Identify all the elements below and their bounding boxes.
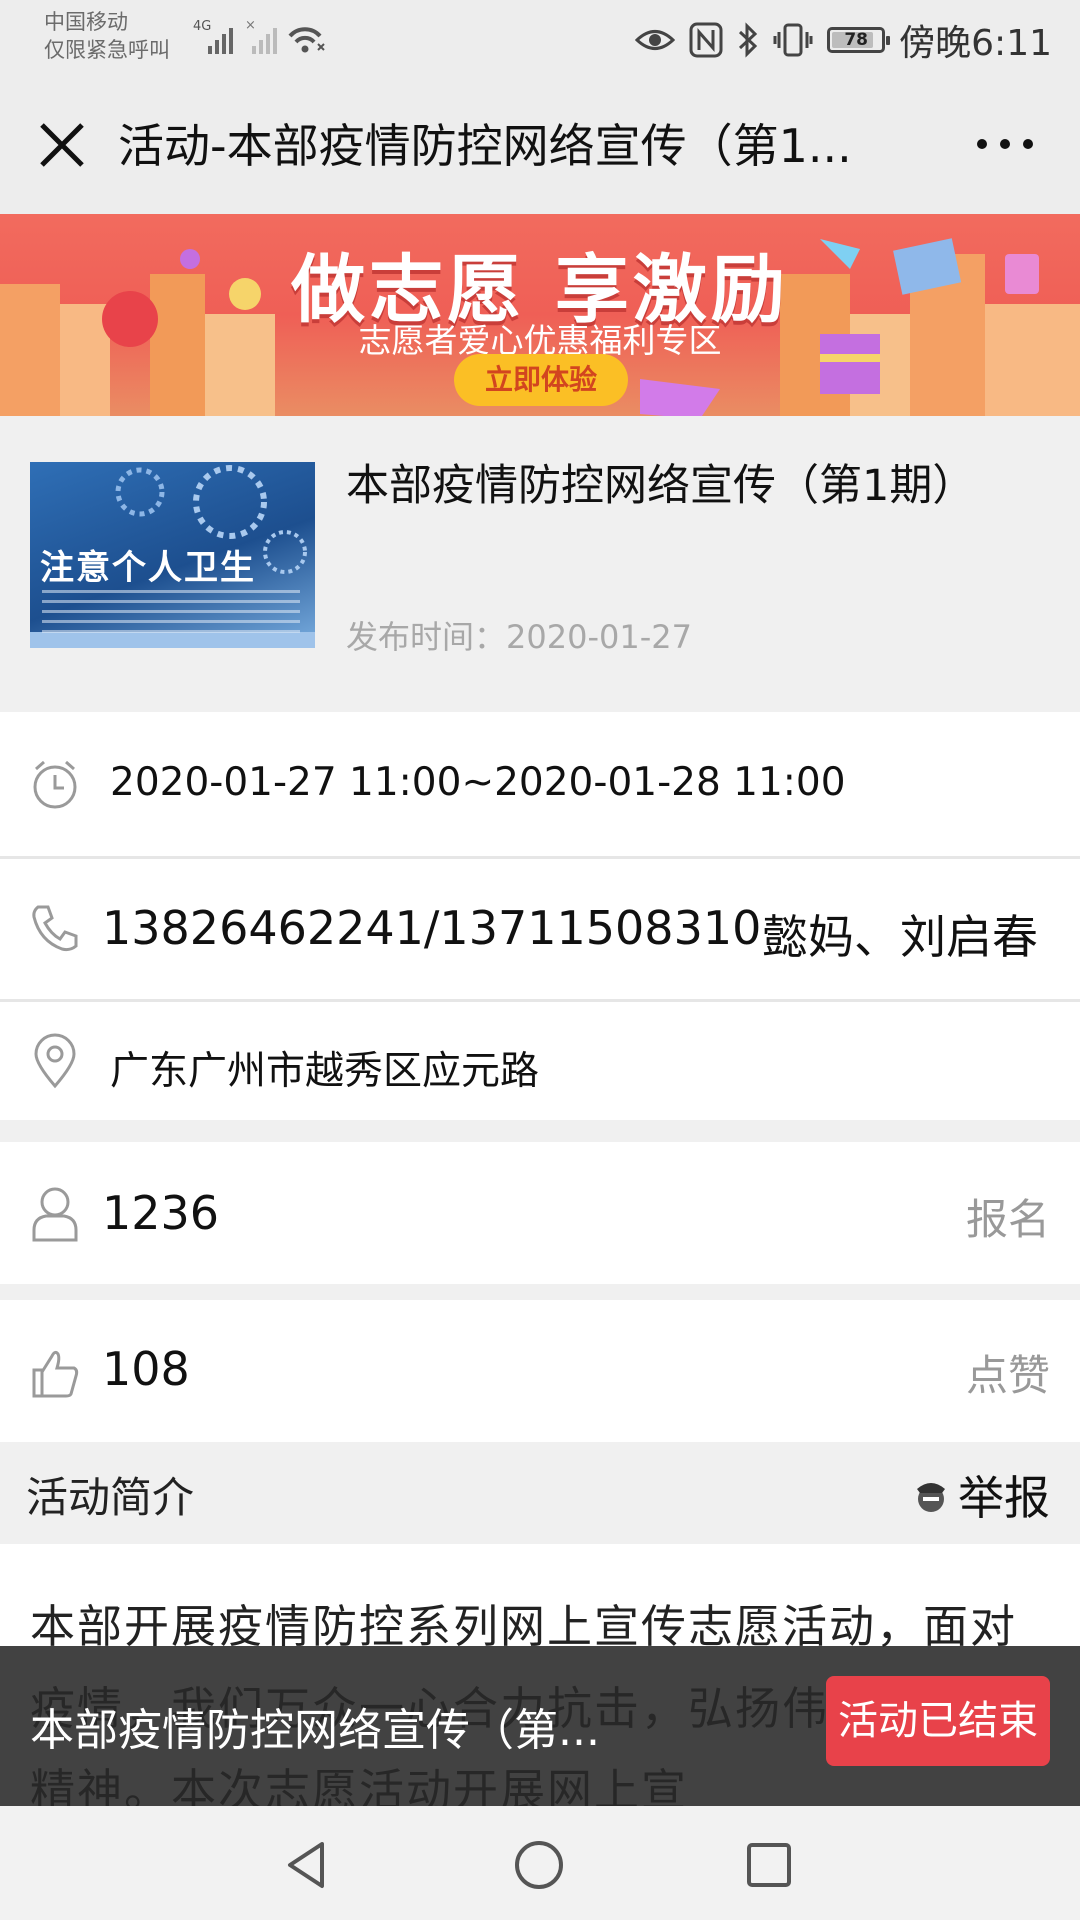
contact-row[interactable]: 13826462241/13711508310 懿妈、刘启春 — [0, 859, 1080, 999]
contact-phone[interactable]: 13826462241/13711508310 — [102, 901, 761, 955]
status-bar: 中国移动 仅限紧急呼叫 4G × 78 傍晚6:11 — [0, 0, 1080, 80]
activity-header: 注意个人卫生 本部疫情防控网络宣传（第1期） 发布时间：2020-01-27 — [0, 416, 1080, 712]
clock: 傍晚6:11 — [899, 23, 1052, 64]
bluetooth-icon — [739, 22, 758, 58]
publish-label: 发布时间： — [346, 618, 507, 656]
user-icon — [28, 1184, 82, 1242]
like-button[interactable]: 点赞 — [966, 1342, 1050, 1403]
activity-title: 本部疫情防控网络宣传（第1期） — [346, 461, 976, 511]
activity-address[interactable]: 广东广州市越秀区应元路 — [110, 1040, 539, 1096]
intro-title: 活动简介 — [26, 1473, 195, 1522]
like-row: 108 点赞 — [0, 1300, 1080, 1442]
signup-count: 1236 — [102, 1186, 220, 1240]
activity-time: 2020-01-27 11:00~2020-01-28 11:00 — [110, 760, 846, 805]
publish-date: 发布时间：2020-01-27 — [346, 612, 692, 658]
publish-date-value: 2020-01-27 — [506, 618, 692, 656]
more-dots-icon[interactable] — [970, 122, 1040, 166]
system-nav-bar — [0, 1806, 1080, 1920]
phone-icon — [28, 901, 82, 955]
clock-icon — [28, 757, 82, 811]
signal-icon: 4G × — [193, 18, 325, 54]
activity-ended-button[interactable]: 活动已结束 — [826, 1676, 1050, 1766]
nfc-icon — [689, 22, 723, 58]
vibrate-icon — [773, 23, 813, 57]
thumbnail-text: 注意个人卫生 — [40, 548, 256, 588]
close-icon[interactable] — [30, 113, 94, 177]
thumbs-up-icon — [28, 1346, 82, 1400]
footer-title: 本部疫情防控网络宣传（第... — [30, 1705, 600, 1756]
eye-icon — [635, 30, 676, 50]
recents-square-icon[interactable] — [744, 1840, 794, 1890]
carrier-info: 中国移动 仅限紧急呼叫 — [44, 8, 170, 64]
back-triangle-icon[interactable] — [282, 1838, 332, 1892]
police-icon — [917, 1483, 945, 1512]
time-row: 2020-01-27 11:00~2020-01-28 11:00 — [0, 712, 1080, 856]
activity-footer-bar: 本部疫情防控网络宣传（第... 活动已结束 — [0, 1646, 1080, 1806]
intro-section-header: 活动简介 举报 — [0, 1442, 1080, 1544]
home-circle-icon[interactable] — [512, 1838, 566, 1892]
status-icons: 78 傍晚6:11 — [635, 14, 1052, 66]
battery-icon: 78 — [827, 27, 891, 53]
banner-try-button[interactable]: 立即体验 — [454, 354, 628, 406]
activity-thumbnail[interactable]: 注意个人卫生 — [30, 462, 315, 648]
svg-text:×: × — [245, 18, 256, 33]
like-count: 108 — [102, 1342, 190, 1396]
carrier-status: 仅限紧急呼叫 — [44, 38, 170, 62]
signup-row: 1236 报名 — [0, 1142, 1080, 1284]
network-icons: 4G × — [190, 16, 340, 60]
svg-text:4G: 4G — [193, 19, 211, 34]
page-title: 活动-本部疫情防控网络宣传（第1... — [118, 119, 852, 173]
nav-bar: 活动-本部疫情防控网络宣传（第1... — [0, 80, 1080, 214]
contact-name: 懿妈、刘启春 — [762, 910, 1038, 964]
thumbnail-lines — [42, 590, 300, 636]
promo-banner[interactable]: 做志愿 享激励 志愿者爱心优惠福利专区 立即体验 — [0, 214, 1080, 416]
carrier-name: 中国移动 — [44, 10, 128, 34]
report-label: 举报 — [958, 1471, 1050, 1525]
location-pin-icon — [28, 1032, 82, 1089]
signup-button[interactable]: 报名 — [966, 1186, 1050, 1247]
battery-level: 78 — [844, 30, 868, 50]
report-button[interactable]: 举报 — [912, 1462, 1050, 1528]
address-row[interactable]: 广东广州市越秀区应元路 — [0, 1002, 1080, 1120]
